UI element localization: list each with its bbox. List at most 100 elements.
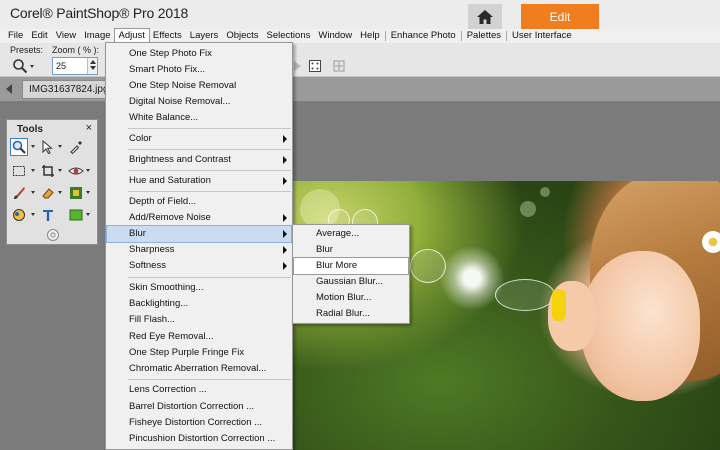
- chevron-down-icon[interactable]: [58, 145, 62, 148]
- eraser-tool[interactable]: [39, 184, 57, 202]
- menu-item-fisheye-distortion[interactable]: Fisheye Distortion Correction ...: [107, 415, 291, 431]
- home-button[interactable]: [468, 4, 502, 29]
- chevron-down-icon[interactable]: [31, 191, 35, 194]
- menu-separator: [128, 277, 291, 278]
- menu-item-purple-fringe-fix[interactable]: One Step Purple Fringe Fix: [107, 345, 291, 361]
- fill-tool[interactable]: [10, 206, 28, 224]
- pick-tool[interactable]: [39, 138, 57, 156]
- menu-separator: [506, 31, 508, 41]
- submenu-item-gaussian-blur[interactable]: Gaussian Blur...: [294, 274, 408, 290]
- menu-help[interactable]: Help: [356, 29, 384, 43]
- menu-separator: [128, 128, 291, 129]
- menu-item-backlighting[interactable]: Backlighting...: [107, 296, 291, 312]
- menu-edit[interactable]: Edit: [27, 29, 51, 43]
- bokeh-light: [520, 201, 536, 217]
- menu-effects[interactable]: Effects: [149, 29, 186, 43]
- text-tool[interactable]: [39, 206, 57, 224]
- menu-item-softness[interactable]: Softness: [107, 258, 291, 274]
- menu-objects[interactable]: Objects: [222, 29, 262, 43]
- menu-window[interactable]: Window: [314, 29, 356, 43]
- chevron-down-icon[interactable]: [31, 169, 35, 172]
- submenu-item-radial-blur[interactable]: Radial Blur...: [294, 306, 408, 322]
- clone-stamp-icon: [70, 187, 82, 199]
- menu-item-sharpness[interactable]: Sharpness: [107, 242, 291, 258]
- clone-tool[interactable]: [67, 184, 85, 202]
- menu-item-red-eye-removal[interactable]: Red Eye Removal...: [107, 329, 291, 345]
- submenu-item-average[interactable]: Average...: [294, 226, 408, 242]
- menu-item-label: Brightness and Contrast: [129, 154, 231, 165]
- paint-brush-tool[interactable]: [10, 184, 28, 202]
- close-icon[interactable]: ×: [86, 122, 92, 134]
- menu-item-digital-noise-removal[interactable]: Digital Noise Removal...: [107, 94, 291, 110]
- menu-user-interface[interactable]: User Interface: [508, 29, 576, 43]
- submenu-item-blur-more[interactable]: Blur More: [293, 257, 409, 275]
- menu-item-skin-smoothing[interactable]: Skin Smoothing...: [107, 280, 291, 296]
- chevron-down-icon[interactable]: [31, 213, 35, 216]
- menu-palettes[interactable]: Palettes: [463, 29, 505, 43]
- menu-item-smart-photo-fix[interactable]: Smart Photo Fix...: [107, 62, 291, 78]
- menu-item-one-step-noise-removal[interactable]: One Step Noise Removal: [107, 78, 291, 94]
- edit-workspace-tab[interactable]: Edit: [521, 4, 599, 29]
- menu-adjust[interactable]: Adjust: [113, 28, 150, 44]
- menu-item-add-remove-noise[interactable]: Add/Remove Noise: [107, 210, 291, 226]
- menu-enhance-photo[interactable]: Enhance Photo: [387, 29, 460, 43]
- menu-view[interactable]: View: [52, 29, 80, 43]
- menu-item-depth-of-field[interactable]: Depth of Field...: [107, 194, 291, 210]
- eraser-icon: [42, 188, 54, 199]
- presets-button[interactable]: [12, 57, 40, 75]
- menu-file[interactable]: File: [4, 29, 27, 43]
- zoom-input[interactable]: 25: [52, 57, 98, 75]
- tab-scroll-left-icon[interactable]: [6, 84, 12, 94]
- menu-separator: [128, 149, 291, 150]
- menu-separator: [128, 379, 291, 380]
- chevron-right-icon: [283, 214, 287, 222]
- menu-item-hue-saturation[interactable]: Hue and Saturation: [107, 173, 291, 189]
- presets-label: Presets:: [10, 45, 44, 55]
- menu-item-barrel-distortion[interactable]: Barrel Distortion Correction ...: [107, 399, 291, 415]
- dropper-tool[interactable]: [67, 138, 85, 156]
- menu-item-label: Color: [129, 133, 152, 144]
- pointer-icon: [42, 140, 53, 154]
- zoom-stepper[interactable]: [87, 58, 97, 74]
- chevron-down-icon[interactable]: [31, 145, 35, 148]
- shape-tool[interactable]: [67, 206, 85, 224]
- menu-item-white-balance[interactable]: White Balance...: [107, 110, 291, 126]
- submenu-item-motion-blur[interactable]: Motion Blur...: [294, 290, 408, 306]
- chevron-down-icon: [89, 66, 96, 70]
- menu-item-one-step-photo-fix[interactable]: One Step Photo Fix: [107, 46, 291, 62]
- tools-palette-title: Tools: [17, 124, 43, 135]
- crop-tool[interactable]: [39, 162, 57, 180]
- red-eye-tool[interactable]: [67, 162, 85, 180]
- chevron-down-icon[interactable]: [86, 169, 90, 172]
- soap-bubble: [495, 279, 555, 311]
- menu-image[interactable]: Image: [80, 29, 114, 43]
- fit-window-icon[interactable]: [332, 59, 346, 73]
- tools-palette[interactable]: Tools ×: [6, 119, 98, 245]
- menu-item-color[interactable]: Color: [107, 131, 291, 147]
- zoom-preset-icon: [13, 59, 28, 74]
- selection-tool[interactable]: [10, 162, 28, 180]
- menu-item-lens-correction[interactable]: Lens Correction ...: [107, 382, 291, 398]
- menu-item-brightness-contrast[interactable]: Brightness and Contrast: [107, 152, 291, 168]
- menu-item-blur[interactable]: Blur: [106, 225, 292, 243]
- customize-icon: [47, 229, 59, 241]
- menu-item-chromatic-aberration-removal[interactable]: Chromatic Aberration Removal...: [107, 361, 291, 377]
- zoom-tool[interactable]: [10, 138, 28, 156]
- chevron-down-icon[interactable]: [86, 191, 90, 194]
- submenu-item-blur[interactable]: Blur: [294, 242, 408, 258]
- text-icon: [43, 210, 53, 221]
- brush-icon: [14, 187, 25, 199]
- menu-separator: [460, 31, 462, 41]
- chevron-down-icon[interactable]: [86, 213, 90, 216]
- document-tab[interactable]: IMG31637824.jpg @: [22, 80, 112, 99]
- chevron-down-icon[interactable]: [58, 169, 62, 172]
- adjust-menu-dropdown: One Step Photo Fix Smart Photo Fix... On…: [105, 42, 293, 450]
- menu-item-fill-flash[interactable]: Fill Flash...: [107, 312, 291, 328]
- menu-layers[interactable]: Layers: [186, 29, 223, 43]
- more-tools-button[interactable]: [44, 226, 62, 244]
- chevron-right-icon: [283, 177, 287, 185]
- chevron-down-icon[interactable]: [58, 191, 62, 194]
- actual-size-icon[interactable]: [308, 59, 322, 73]
- menu-selections[interactable]: Selections: [263, 29, 315, 43]
- menu-item-pincushion-distortion[interactable]: Pincushion Distortion Correction ...: [107, 431, 291, 447]
